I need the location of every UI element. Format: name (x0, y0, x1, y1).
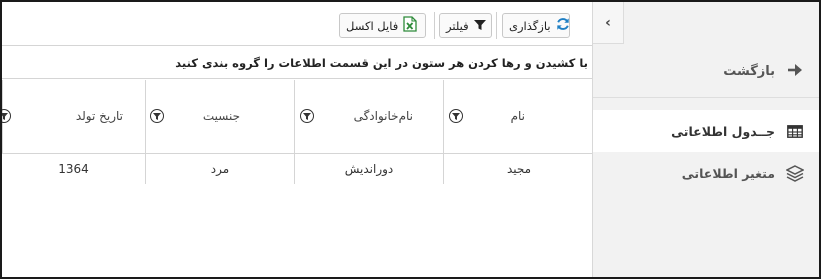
toolbar: بازگذاری فیلتر فایل اکسل (2, 2, 594, 46)
column-header-label: نام‌خانوادگی (353, 109, 413, 123)
layers-icon (785, 164, 805, 182)
table-icon (785, 122, 805, 140)
sidebar-item-data-variable[interactable]: متغیر اطلاعاتی (593, 152, 819, 194)
group-by-hint: با کشیدن و رها کردن هر ستون در این قسمت … (175, 55, 588, 70)
sidebar-item-data-table[interactable]: جــدول اطلاعاتی (593, 110, 819, 152)
main-panel: بازگذاری فیلتر فایل اکسل با کشیدن و رها … (2, 2, 594, 277)
sidebar-item-label: جــدول اطلاعاتی (671, 123, 775, 139)
table-row[interactable]: مجید دوراندیش مرد 1364 (2, 154, 594, 184)
column-header-label: تاریخ تولد (75, 109, 123, 123)
column-filter-icon[interactable] (150, 109, 164, 123)
column-header-label: جنسیت (202, 109, 240, 123)
excel-label: فایل اکسل (346, 18, 399, 33)
column-header-label: نام (510, 109, 525, 123)
toolbar-separator (434, 12, 435, 39)
column-header-last-name[interactable]: نام‌خانوادگی (294, 80, 443, 154)
filter-label: فیلتر (446, 18, 469, 33)
back-button[interactable]: بازگشت (593, 46, 819, 98)
excel-export-button[interactable]: فایل اکسل (339, 13, 426, 38)
table-cell-last-name: دوراندیش (294, 154, 443, 184)
column-filter-icon[interactable] (300, 109, 314, 123)
sidebar-collapse-toggle[interactable]: ‹ (593, 2, 624, 44)
column-filter-icon[interactable] (449, 109, 463, 123)
group-by-drop-area[interactable]: با کشیدن و رها کردن هر ستون در این قسمت … (2, 47, 594, 79)
column-filter-icon[interactable] (2, 109, 11, 123)
toolbar-separator (496, 12, 497, 39)
sidebar-item-label: متغیر اطلاعاتی (681, 165, 775, 181)
app-window: بازگذاری فیلتر فایل اکسل با کشیدن و رها … (0, 0, 821, 279)
refresh-label: بازگذاری (509, 18, 551, 33)
column-header-gender[interactable]: جنسیت (145, 80, 294, 154)
table-cell-birth-date: 1364 (58, 162, 89, 176)
refresh-icon (556, 16, 570, 35)
sidebar: ‹ بازگشت جــدول اطلاعاتی متغیر اطلاعاتی (592, 2, 819, 277)
column-header-birth-date[interactable]: تاریخ تولد (2, 80, 145, 154)
filter-button[interactable]: فیلتر (439, 13, 492, 38)
back-label: بازگشت (723, 64, 775, 79)
header-row: نام نام‌خانوادگی جنسیت (2, 80, 594, 154)
table-cell-first-name: مجید (443, 154, 594, 184)
chevron-left-icon: ‹ (605, 14, 611, 31)
filter-icon (473, 16, 486, 35)
refresh-button[interactable]: بازگذاری (502, 13, 570, 38)
excel-icon (403, 15, 417, 36)
table-cell-gender: مرد (145, 154, 294, 184)
arrow-right-icon (785, 61, 805, 82)
column-header-first-name[interactable]: نام (443, 80, 594, 154)
